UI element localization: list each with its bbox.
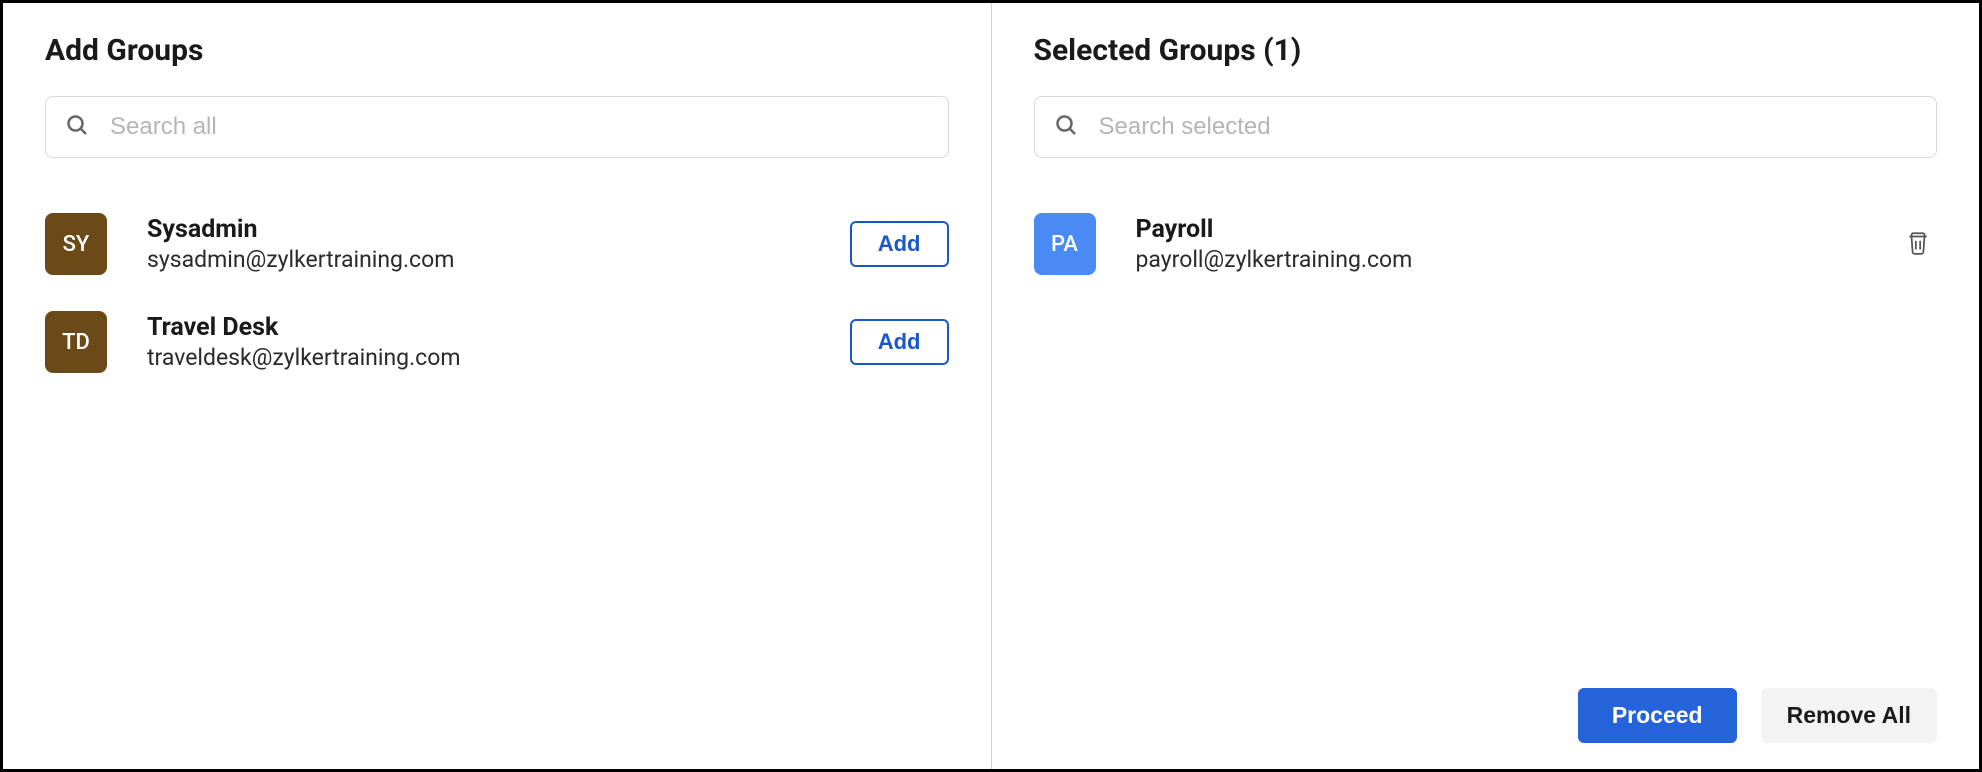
footer-actions: Proceed Remove All — [1578, 688, 1937, 743]
group-email: traveldesk@zylkertraining.com — [147, 344, 850, 371]
add-groups-title: Add Groups — [45, 33, 949, 68]
remove-button[interactable] — [1899, 224, 1937, 265]
proceed-button[interactable]: Proceed — [1578, 688, 1737, 743]
group-info: Sysadmin sysadmin@zylkertraining.com — [147, 215, 850, 273]
group-name: Travel Desk — [147, 313, 850, 342]
avatar: SY — [45, 213, 107, 275]
group-name: Payroll — [1136, 215, 1900, 244]
list-item: TD Travel Desk traveldesk@zylkertraining… — [45, 301, 949, 383]
trash-icon — [1905, 230, 1931, 259]
available-groups-list: SY Sysadmin sysadmin@zylkertraining.com … — [45, 203, 949, 739]
search-selected-input[interactable] — [1034, 96, 1938, 158]
search-selected-wrap — [1034, 96, 1938, 158]
search-all-wrap — [45, 96, 949, 158]
group-email: payroll@zylkertraining.com — [1136, 246, 1900, 273]
group-info: Payroll payroll@zylkertraining.com — [1136, 215, 1900, 273]
avatar: PA — [1034, 213, 1096, 275]
list-item: SY Sysadmin sysadmin@zylkertraining.com … — [45, 203, 949, 285]
search-all-input[interactable] — [45, 96, 949, 158]
selected-groups-list: PA Payroll payroll@zylkertraining.com — [1034, 203, 1938, 739]
group-name: Sysadmin — [147, 215, 850, 244]
selected-groups-panel: Selected Groups (1) PA Payroll payroll@z… — [992, 3, 1980, 769]
add-groups-panel: Add Groups SY Sysadmin sysadmin@zylkertr… — [3, 3, 992, 769]
group-info: Travel Desk traveldesk@zylkertraining.co… — [147, 313, 850, 371]
add-button[interactable]: Add — [850, 221, 949, 267]
group-picker-dialog: Add Groups SY Sysadmin sysadmin@zylkertr… — [0, 0, 1982, 772]
selected-groups-title: Selected Groups (1) — [1034, 33, 1938, 68]
list-item: PA Payroll payroll@zylkertraining.com — [1034, 203, 1938, 285]
avatar: TD — [45, 311, 107, 373]
group-email: sysadmin@zylkertraining.com — [147, 246, 850, 273]
add-button[interactable]: Add — [850, 319, 949, 365]
remove-all-button[interactable]: Remove All — [1761, 688, 1937, 743]
